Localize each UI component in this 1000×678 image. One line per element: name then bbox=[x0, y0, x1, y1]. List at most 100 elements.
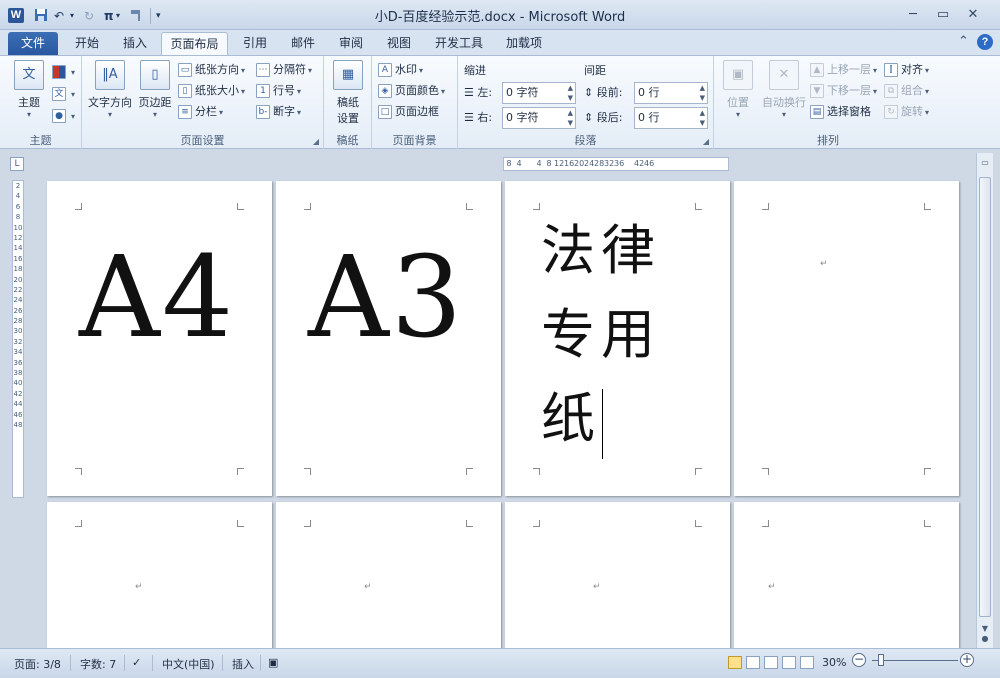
tab-references[interactable]: 引用 bbox=[232, 32, 278, 55]
help-icon[interactable]: ? bbox=[977, 34, 993, 50]
paragraph-launcher-icon[interactable]: ◢ bbox=[703, 137, 709, 146]
tab-add-ins[interactable]: 加载项 bbox=[496, 32, 552, 55]
orientation-button[interactable]: ▭ 纸张方向 ▾ bbox=[178, 60, 245, 80]
vertical-ruler[interactable]: 2 4 6 8 10 12 14 16 18 20 22 24 26 28 30 32 34 36 38 40 42 44… bbox=[12, 180, 24, 498]
zoom-slider-thumb[interactable] bbox=[878, 654, 884, 666]
themes-label: 主题 bbox=[18, 96, 40, 109]
theme-colors-button[interactable]: ▾ bbox=[52, 62, 75, 82]
close-button[interactable]: ✕ bbox=[962, 7, 984, 23]
zoom-level[interactable]: 30% bbox=[822, 656, 846, 669]
tab-developer[interactable]: 开发工具 bbox=[426, 32, 492, 55]
indent-left-icon: ☰ bbox=[464, 86, 474, 99]
tab-selector-icon[interactable]: L bbox=[10, 157, 24, 171]
watermark-icon: A bbox=[378, 63, 392, 77]
zoom-slider-track[interactable] bbox=[872, 660, 958, 661]
browse-object-icon[interactable]: ● bbox=[979, 633, 991, 645]
tab-page-layout[interactable]: 页面布局 bbox=[161, 32, 228, 55]
page-7[interactable]: ↵ bbox=[505, 502, 730, 648]
spacing-after-input[interactable]: 0 行 ▲ ▼ bbox=[634, 107, 708, 129]
text-direction-button[interactable]: ‖A 文字方向 ▾ bbox=[86, 60, 134, 119]
theme-fonts-button[interactable]: 文 ▾ bbox=[52, 84, 75, 104]
zoom-out-button[interactable]: − bbox=[852, 653, 866, 667]
spinner-arrows-icon[interactable]: ▲ ▼ bbox=[700, 108, 705, 128]
themes-button[interactable]: 文 主题 ▾ bbox=[10, 60, 48, 119]
page-2-text: A3 bbox=[308, 233, 465, 363]
page-counter[interactable]: 页面: 3/8 bbox=[14, 656, 61, 672]
tab-file[interactable]: 文件 bbox=[8, 32, 58, 55]
page-color-icon: ◈ bbox=[378, 84, 392, 98]
full-screen-reading-view-icon[interactable] bbox=[746, 656, 760, 669]
ruler-toggle-icon[interactable]: ▭ bbox=[979, 157, 991, 169]
minimize-ribbon-icon[interactable]: ⌃ bbox=[958, 34, 969, 49]
bring-forward-button[interactable]: ▲ 上移一层 ▾ bbox=[810, 60, 877, 80]
page-1[interactable]: A4 bbox=[47, 181, 272, 496]
tab-review[interactable]: 审阅 bbox=[328, 32, 374, 55]
horizontal-ruler[interactable]: 8 4 4 8 12162024283236 4246 bbox=[503, 157, 729, 171]
tab-view[interactable]: 视图 bbox=[376, 32, 422, 55]
page-5[interactable]: ↵ bbox=[47, 502, 272, 648]
spinner-arrows-icon[interactable]: ▲ ▼ bbox=[568, 83, 573, 103]
margins-icon: ▯ bbox=[140, 60, 170, 90]
page-6[interactable]: ↵ bbox=[276, 502, 501, 648]
hyphenation-button[interactable]: b- 断字 ▾ bbox=[256, 102, 301, 122]
language-indicator[interactable]: 中文(中国) bbox=[162, 656, 215, 672]
selection-pane-button[interactable]: ▤ 选择窗格 bbox=[810, 102, 871, 122]
indent-left-input[interactable]: 0 字符 ▲ ▼ bbox=[502, 82, 576, 104]
spinner-arrows-icon[interactable]: ▲ ▼ bbox=[700, 83, 705, 103]
spacing-after-label: ⇕ 段后: bbox=[584, 111, 623, 124]
group-page-setup: ‖A 文字方向 ▾ ▯ 页边距 ▾ ▭ 纸张方向 ▾ ▯ 纸张大小 ▾ ≡ 分栏 ▾ ⋯ 分隔… bbox=[82, 56, 324, 150]
bring-forward-icon: ▲ bbox=[810, 63, 824, 77]
group-objects-button[interactable]: ⧉ 组合 ▾ bbox=[884, 81, 929, 101]
theme-colors-icon bbox=[52, 65, 66, 79]
tab-home[interactable]: 开始 bbox=[64, 32, 110, 55]
proofing-icon[interactable]: ✓ bbox=[132, 656, 141, 669]
page-setup-launcher-icon[interactable]: ◢ bbox=[313, 137, 319, 146]
restore-button[interactable]: ▭ bbox=[932, 7, 954, 23]
themes-icon: 文 bbox=[14, 60, 44, 90]
web-layout-view-icon[interactable] bbox=[764, 656, 778, 669]
position-button[interactable]: ▣ 位置 ▾ bbox=[718, 60, 758, 119]
manuscript-settings-button[interactable]: ▦ 稿纸 设置 bbox=[328, 60, 368, 126]
group-label-page-setup: 页面设置 bbox=[180, 134, 225, 147]
wrap-text-button[interactable]: ✕ 自动换行 ▾ bbox=[758, 60, 810, 119]
page-8[interactable]: ↵ bbox=[734, 502, 959, 648]
window-title: 小D-百度经验示范.docx - Microsoft Word bbox=[374, 10, 626, 25]
zoom-in-button[interactable]: + bbox=[960, 653, 974, 667]
margins-button[interactable]: ▯ 页边距 ▾ bbox=[136, 60, 174, 119]
align-button[interactable]: ⫿ 对齐 ▾ bbox=[884, 60, 929, 80]
text-direction-label: 文字方向 bbox=[88, 96, 132, 109]
insert-mode-indicator[interactable]: 插入 bbox=[232, 656, 254, 672]
group-label-manuscript: 稿纸 bbox=[336, 134, 359, 147]
scrollbar-thumb[interactable] bbox=[979, 177, 991, 617]
send-backward-button[interactable]: ▼ 下移一层 ▾ bbox=[810, 81, 877, 101]
minimize-button[interactable]: ─ bbox=[902, 7, 924, 23]
outline-view-icon[interactable] bbox=[782, 656, 796, 669]
indent-title: 缩进 bbox=[464, 64, 486, 77]
word-count[interactable]: 字数: 7 bbox=[80, 656, 116, 672]
group-page-background: A 水印 ▾ ◈ 页面颜色 ▾ □ 页面边框 页面背景 bbox=[372, 56, 458, 150]
page-2[interactable]: A3 bbox=[276, 181, 501, 496]
macro-record-icon[interactable]: ▣ bbox=[268, 656, 278, 669]
breaks-icon: ⋯ bbox=[256, 63, 270, 77]
tab-mailings[interactable]: 邮件 bbox=[280, 32, 326, 55]
columns-button[interactable]: ≡ 分栏 ▾ bbox=[178, 102, 223, 122]
indent-right-input[interactable]: 0 字符 ▲ ▼ bbox=[502, 107, 576, 129]
page-3-line-1: 法律 bbox=[541, 219, 661, 282]
page-4[interactable]: ↵ bbox=[734, 181, 959, 496]
paragraph-mark-icon: ↵ bbox=[768, 582, 776, 592]
page-3[interactable]: 法律 专用 纸 bbox=[505, 181, 730, 496]
size-button[interactable]: ▯ 纸张大小 ▾ bbox=[178, 81, 245, 101]
page-color-button[interactable]: ◈ 页面颜色 ▾ bbox=[378, 81, 445, 101]
page-borders-button[interactable]: □ 页面边框 bbox=[378, 102, 439, 122]
draft-view-icon[interactable] bbox=[800, 656, 814, 669]
print-layout-view-icon[interactable] bbox=[728, 656, 742, 669]
spacing-before-input[interactable]: 0 行 ▲ ▼ bbox=[634, 82, 708, 104]
rotate-button[interactable]: ↻ 旋转 ▾ bbox=[884, 102, 929, 122]
breaks-button[interactable]: ⋯ 分隔符 ▾ bbox=[256, 60, 312, 80]
theme-effects-button[interactable]: ● ▾ bbox=[52, 106, 75, 126]
tab-insert[interactable]: 插入 bbox=[112, 32, 158, 55]
watermark-button[interactable]: A 水印 ▾ bbox=[378, 60, 423, 80]
line-numbers-button[interactable]: 1 行号 ▾ bbox=[256, 81, 301, 101]
spinner-arrows-icon[interactable]: ▲ ▼ bbox=[568, 108, 573, 128]
vertical-scrollbar[interactable]: ▭ ▼ ● bbox=[976, 153, 993, 648]
